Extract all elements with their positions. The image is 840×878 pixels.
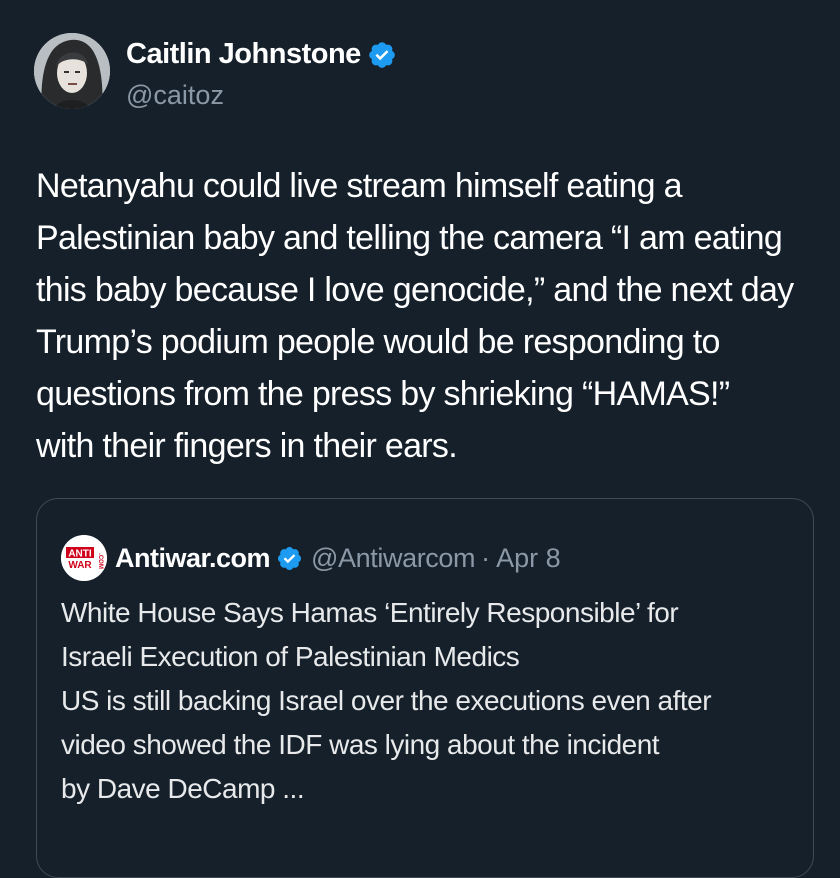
quoted-body-line: White House Says Hamas ‘Entirely Respons…: [61, 597, 679, 628]
antiwar-logo: ANTI WAR .COM: [61, 535, 107, 581]
author-name-row[interactable]: Caitlin Johnstone: [126, 38, 397, 71]
quoted-body-line: by Dave DeCamp ...: [61, 773, 305, 804]
tweet-body-line: Trump’s podium people would be respondin…: [36, 323, 720, 361]
tweet-body-line: Netanyahu could live stream himself eati…: [36, 167, 682, 205]
quoted-tweet-header: ANTI WAR .COM Antiwar.com @Antiwarcom · …: [61, 535, 561, 581]
tweet-body-line: questions from the press by shrieking “H…: [36, 375, 730, 413]
quoted-author-name[interactable]: Antiwar.com: [115, 543, 271, 574]
antiwar-logo-bottom-text: WAR: [68, 560, 92, 571]
quoted-body-line: video showed the IDF was lying about the…: [61, 729, 660, 760]
quoted-body-line: Israeli Execution of Palestinian Medics: [61, 641, 520, 672]
quoted-tweet-body: White House Says Hamas ‘Entirely Respons…: [61, 591, 801, 811]
antiwar-logo-side-text: .COM: [97, 553, 103, 569]
quoted-tweet-date[interactable]: Apr 8: [496, 543, 561, 574]
tweet-body-line: Palestinian baby and telling the camera …: [36, 219, 783, 257]
tweet-body-line: this baby because I love genocide,” and …: [36, 271, 794, 309]
author-name[interactable]: Caitlin Johnstone: [126, 38, 361, 71]
author-handle[interactable]: @caitoz: [126, 80, 224, 111]
separator-dot: ·: [481, 542, 491, 573]
antiwar-logo-top-text: ANTI: [68, 549, 92, 560]
tweet-card: Caitlin Johnstone @caitoz Netanyahu coul…: [0, 0, 840, 878]
quoted-body-line: US is still backing Israel over the exec…: [61, 685, 712, 716]
tweet-body-line: with their fingers in their ears.: [36, 427, 458, 465]
quoted-author-handle[interactable]: @Antiwarcom: [311, 543, 475, 574]
verified-badge-icon: [278, 546, 302, 570]
tweet-body: Netanyahu could live stream himself eati…: [36, 160, 826, 472]
author-avatar-image: [34, 33, 110, 109]
quoted-author-avatar[interactable]: ANTI WAR .COM: [61, 535, 107, 581]
verified-badge-icon: [368, 41, 395, 68]
author-avatar[interactable]: [34, 33, 110, 109]
quoted-tweet-card[interactable]: ANTI WAR .COM Antiwar.com @Antiwarcom · …: [36, 498, 814, 878]
